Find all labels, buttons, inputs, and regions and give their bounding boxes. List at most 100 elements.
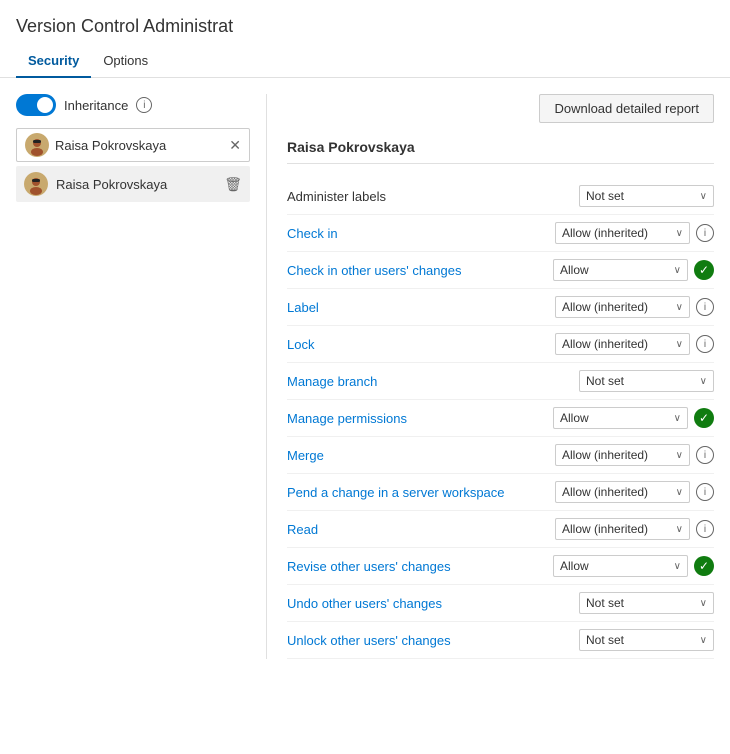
permission-control-lock: Allow (inherited)∨ i	[555, 333, 714, 355]
download-report-row: Download detailed report	[287, 94, 714, 123]
permission-label-check-in: Check in	[287, 226, 555, 241]
inheritance-info-icon[interactable]: i	[136, 97, 152, 113]
permission-row-pend-change: Pend a change in a server workspaceAllow…	[287, 474, 714, 511]
info-icon-check-in[interactable]: i	[696, 224, 714, 242]
permission-select-administer-labels[interactable]: Not set∨	[579, 185, 714, 207]
right-panel: Download detailed report Raisa Pokrovska…	[267, 94, 714, 659]
permissions-list: Administer labelsNot set∨Check inAllow (…	[287, 178, 714, 659]
permission-control-check-in-other: Allow∨✓	[553, 259, 714, 281]
inheritance-row: Inheritance i	[16, 94, 250, 116]
search-user-avatar	[25, 133, 49, 157]
chevron-down-icon: ∨	[674, 265, 681, 276]
page-title: Version Control Administrat	[0, 0, 730, 45]
permission-select-lock[interactable]: Allow (inherited)∨	[555, 333, 690, 355]
permission-select-read[interactable]: Allow (inherited)∨	[555, 518, 690, 540]
info-icon-lock[interactable]: i	[696, 335, 714, 353]
permission-select-manage-permissions[interactable]: Allow∨	[553, 407, 688, 429]
chevron-down-icon: ∨	[700, 598, 707, 609]
permission-row-administer-labels: Administer labelsNot set∨	[287, 178, 714, 215]
clear-user-button[interactable]: ✕	[229, 138, 241, 152]
permission-value-check-in-other: Allow	[560, 263, 674, 277]
user-list-item[interactable]: Raisa Pokrovskaya 🗑	[16, 166, 250, 202]
check-icon-manage-permissions: ✓	[694, 408, 714, 428]
delete-user-icon[interactable]: 🗑	[224, 176, 242, 193]
permission-select-check-in[interactable]: Allow (inherited)∨	[555, 222, 690, 244]
permission-label-pend-change: Pend a change in a server workspace	[287, 485, 555, 500]
permission-label-undo-other: Undo other users' changes	[287, 596, 579, 611]
permission-control-merge: Allow (inherited)∨ i	[555, 444, 714, 466]
main-content: Inheritance i Raisa Pokrovskaya ✕	[0, 78, 730, 675]
chevron-down-icon: ∨	[700, 635, 707, 646]
permission-value-check-in: Allow (inherited)	[562, 226, 676, 240]
info-icon-label[interactable]: i	[696, 298, 714, 316]
inheritance-label: Inheritance	[64, 98, 128, 113]
inheritance-toggle[interactable]	[16, 94, 56, 116]
permission-row-label: LabelAllow (inherited)∨ i	[287, 289, 714, 326]
permission-control-administer-labels: Not set∨	[579, 185, 714, 207]
permission-control-check-in: Allow (inherited)∨ i	[555, 222, 714, 244]
chevron-down-icon: ∨	[676, 228, 683, 239]
chevron-down-icon: ∨	[700, 191, 707, 202]
permission-select-revise-other[interactable]: Allow∨	[553, 555, 688, 577]
permission-label-revise-other: Revise other users' changes	[287, 559, 553, 574]
chevron-down-icon: ∨	[700, 376, 707, 387]
permission-label-manage-permissions: Manage permissions	[287, 411, 553, 426]
permission-value-lock: Allow (inherited)	[562, 337, 676, 351]
permission-select-undo-other[interactable]: Not set∨	[579, 592, 714, 614]
info-icon-read[interactable]: i	[696, 520, 714, 538]
chevron-down-icon: ∨	[676, 487, 683, 498]
permission-label-administer-labels: Administer labels	[287, 189, 579, 204]
chevron-down-icon: ∨	[676, 450, 683, 461]
permission-control-pend-change: Allow (inherited)∨ i	[555, 481, 714, 503]
permission-row-revise-other: Revise other users' changesAllow∨✓	[287, 548, 714, 585]
permission-label-check-in-other: Check in other users' changes	[287, 263, 553, 278]
chevron-down-icon: ∨	[676, 302, 683, 313]
permission-select-check-in-other[interactable]: Allow∨	[553, 259, 688, 281]
permission-value-revise-other: Allow	[560, 559, 674, 573]
search-user-name: Raisa Pokrovskaya	[55, 138, 223, 153]
permission-control-unlock-other: Not set∨	[579, 629, 714, 651]
permission-select-manage-branch[interactable]: Not set∨	[579, 370, 714, 392]
info-icon-merge[interactable]: i	[696, 446, 714, 464]
permission-label-lock: Lock	[287, 337, 555, 352]
check-icon-revise-other: ✓	[694, 556, 714, 576]
permission-value-pend-change: Allow (inherited)	[562, 485, 676, 499]
permission-value-administer-labels: Not set	[586, 189, 700, 203]
permission-row-unlock-other: Unlock other users' changesNot set∨	[287, 622, 714, 659]
permission-value-manage-permissions: Allow	[560, 411, 674, 425]
list-user-name: Raisa Pokrovskaya	[56, 177, 216, 192]
tab-security[interactable]: Security	[16, 45, 91, 78]
permission-select-unlock-other[interactable]: Not set∨	[579, 629, 714, 651]
permission-label-merge: Merge	[287, 448, 555, 463]
permission-value-manage-branch: Not set	[586, 374, 700, 388]
tab-options[interactable]: Options	[91, 45, 160, 78]
list-user-avatar	[24, 172, 48, 196]
permission-control-manage-permissions: Allow∨ ✓	[553, 407, 714, 429]
permission-select-label[interactable]: Allow (inherited)∨	[555, 296, 690, 318]
permission-value-unlock-other: Not set	[586, 633, 700, 647]
left-panel: Inheritance i Raisa Pokrovskaya ✕	[16, 94, 266, 659]
chevron-down-icon: ∨	[676, 339, 683, 350]
permission-label-label: Label	[287, 300, 555, 315]
permission-row-read: ReadAllow (inherited)∨ i	[287, 511, 714, 548]
chevron-down-icon: ∨	[674, 561, 681, 572]
permission-row-check-in: Check inAllow (inherited)∨i	[287, 215, 714, 252]
permission-select-pend-change[interactable]: Allow (inherited)∨	[555, 481, 690, 503]
permission-row-undo-other: Undo other users' changesNot set∨	[287, 585, 714, 622]
permission-value-undo-other: Not set	[586, 596, 700, 610]
permission-control-undo-other: Not set∨	[579, 592, 714, 614]
info-icon-pend-change[interactable]: i	[696, 483, 714, 501]
tabs-bar: Security Options	[0, 45, 730, 78]
permission-select-merge[interactable]: Allow (inherited)∨	[555, 444, 690, 466]
permission-label-unlock-other: Unlock other users' changes	[287, 633, 579, 648]
permission-control-label: Allow (inherited)∨ i	[555, 296, 714, 318]
permission-row-check-in-other: Check in other users' changesAllow∨✓	[287, 252, 714, 289]
download-report-button[interactable]: Download detailed report	[539, 94, 714, 123]
permission-control-revise-other: Allow∨ ✓	[553, 555, 714, 577]
permission-control-manage-branch: Not set∨	[579, 370, 714, 392]
user-search-box[interactable]: Raisa Pokrovskaya ✕	[16, 128, 250, 162]
permission-row-manage-permissions: Manage permissionsAllow∨✓	[287, 400, 714, 437]
chevron-down-icon: ∨	[674, 413, 681, 424]
permission-value-read: Allow (inherited)	[562, 522, 676, 536]
permission-label-read: Read	[287, 522, 555, 537]
